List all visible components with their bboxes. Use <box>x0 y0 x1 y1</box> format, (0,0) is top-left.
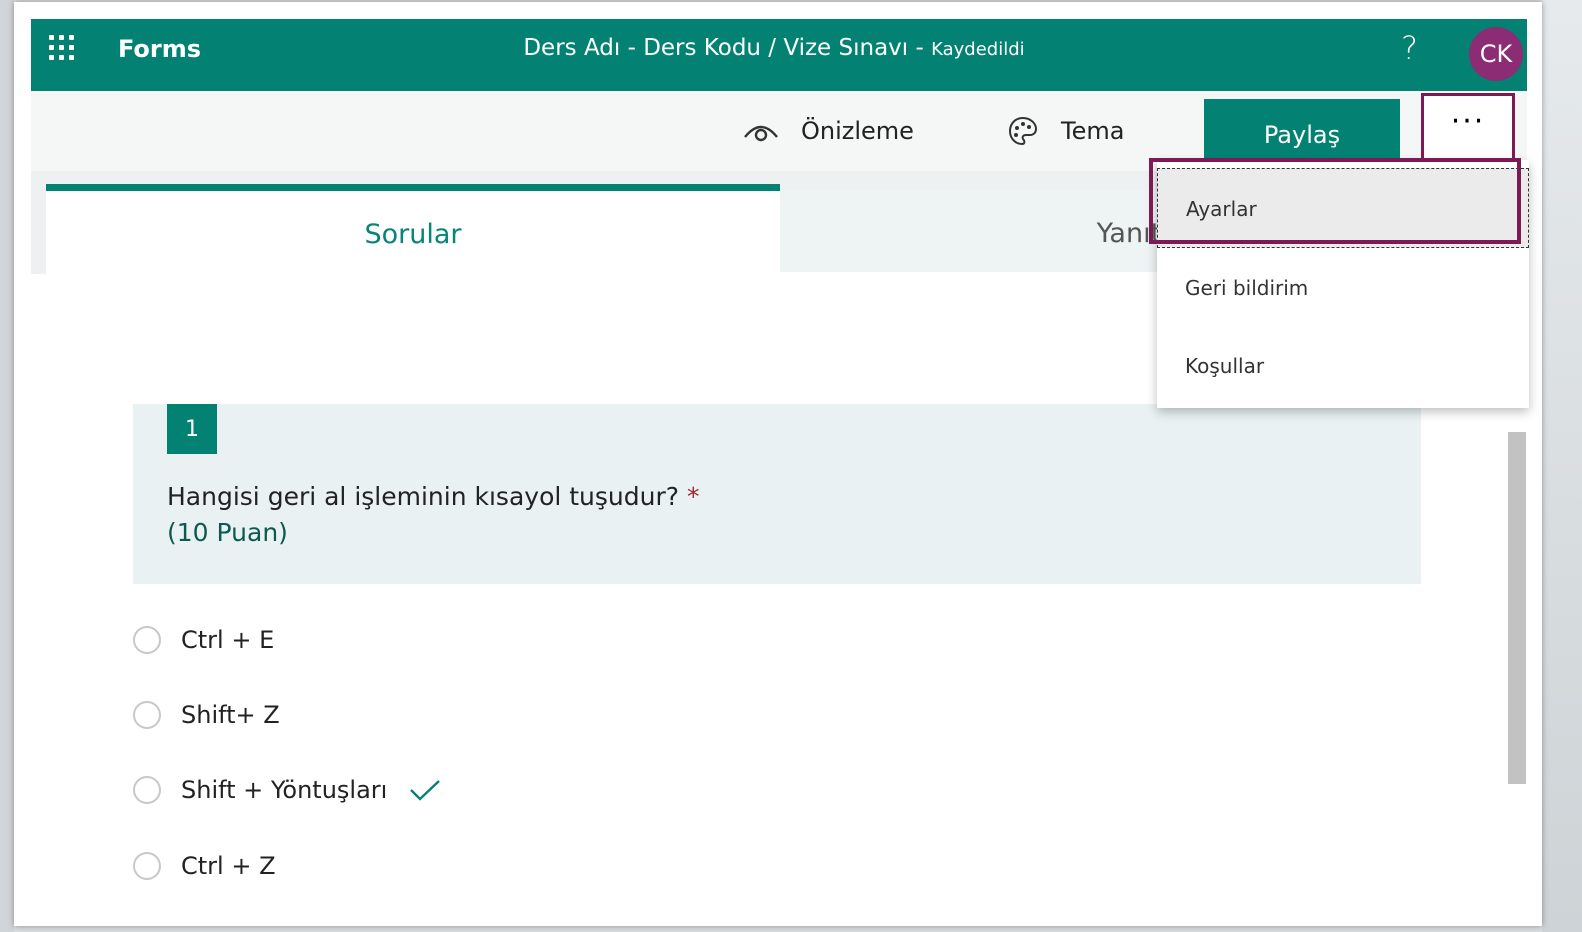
toolbar: Önizleme Tema Paylaş ··· <box>31 91 1527 171</box>
option-ctrl-z[interactable]: Ctrl + Z <box>133 848 276 884</box>
help-icon[interactable]: ? <box>1401 29 1418 67</box>
radio-button[interactable] <box>133 701 161 729</box>
option-shift-arrows[interactable]: Shift + Yöntuşları <box>133 772 441 808</box>
preview-label: Önizleme <box>801 117 914 145</box>
more-options-button[interactable]: ··· <box>1421 93 1515 163</box>
question-points: (10 Puan) <box>167 518 288 547</box>
title-separator: - <box>908 35 932 61</box>
menu-item-terms[interactable]: Koşullar <box>1157 326 1529 406</box>
required-mark: * <box>679 482 700 511</box>
radio-button[interactable] <box>133 776 161 804</box>
eye-icon <box>744 125 778 142</box>
theme-label: Tema <box>1061 117 1125 145</box>
option-label: Ctrl + Z <box>181 852 276 880</box>
question-card[interactable]: 1 Hangisi geri al işleminin kısayol tuşu… <box>133 404 1421 584</box>
tab-questions[interactable]: Sorular <box>46 184 780 272</box>
avatar[interactable]: CK <box>1469 27 1523 81</box>
radio-button[interactable] <box>133 626 161 654</box>
palette-icon <box>1008 116 1038 146</box>
scrollbar[interactable] <box>1508 432 1526 784</box>
question-text: Hangisi geri al işleminin kısayol tuşudu… <box>167 482 700 511</box>
option-label: Ctrl + E <box>181 626 275 654</box>
menu-item-settings[interactable]: Ayarlar <box>1157 168 1529 248</box>
option-label: Shift + Yöntuşları <box>181 776 388 804</box>
question-label: Hangisi geri al işleminin kısayol tuşudu… <box>167 482 680 511</box>
form-title-bar: Ders Adı - Ders Kodu / Vize Sınavı - Kay… <box>31 35 1527 61</box>
option-shift-z[interactable]: Shift+ Z <box>133 697 280 733</box>
correct-answer-check-icon <box>410 780 441 801</box>
save-status: Kaydedildi <box>931 39 1025 60</box>
background-left <box>0 0 14 932</box>
background-right <box>1542 0 1582 932</box>
question-number: 1 <box>167 404 217 454</box>
radio-button[interactable] <box>133 852 161 880</box>
option-ctrl-e[interactable]: Ctrl + E <box>133 622 274 658</box>
theme-button[interactable]: Tema <box>1007 91 1124 171</box>
form-title[interactable]: Ders Adı - Ders Kodu / Vize Sınavı <box>523 35 908 61</box>
more-options-menu: Ayarlar Geri bildirim Koşullar <box>1157 160 1529 408</box>
top-bar: Forms Ders Adı - Ders Kodu / Vize Sınavı… <box>31 19 1527 91</box>
option-label: Shift+ Z <box>181 701 280 729</box>
preview-button[interactable]: Önizleme <box>743 91 914 171</box>
menu-item-feedback[interactable]: Geri bildirim <box>1157 248 1529 328</box>
